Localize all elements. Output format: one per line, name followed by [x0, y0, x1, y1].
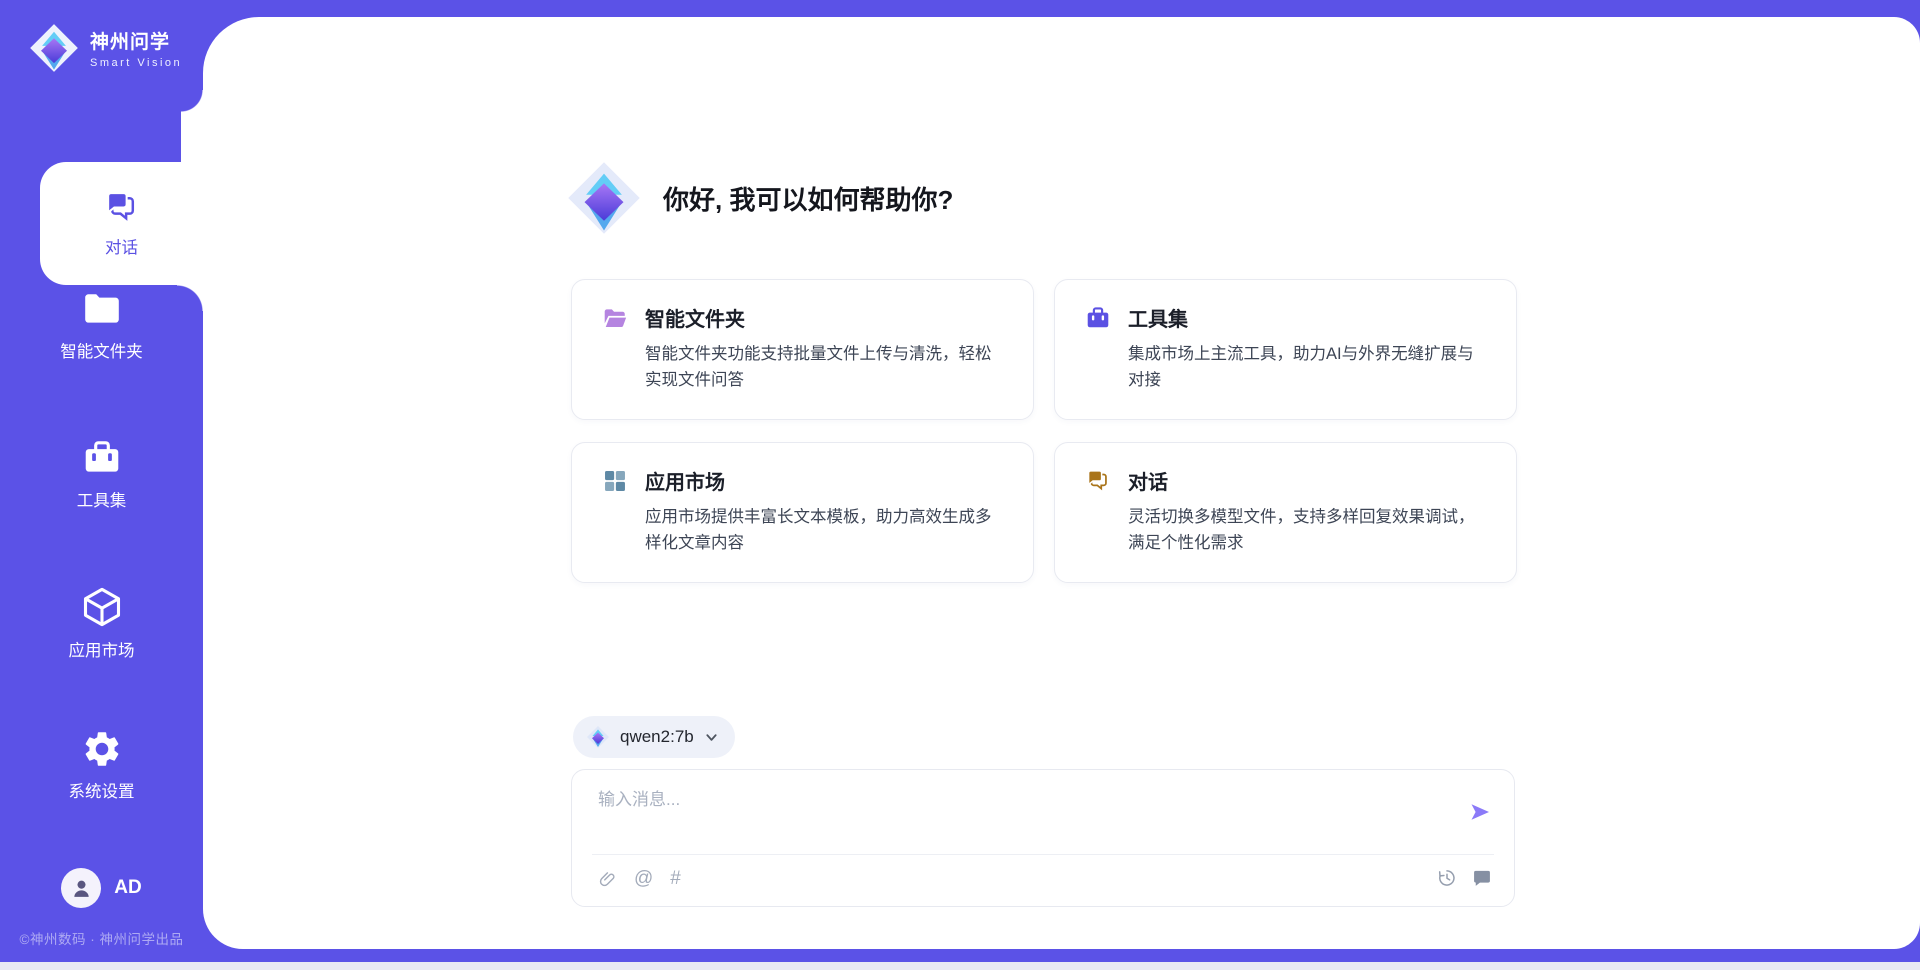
card-title: 对话: [1128, 466, 1480, 495]
sidebar-item-label: 对话: [105, 234, 138, 258]
comment-icon[interactable]: [1472, 868, 1492, 888]
sidebar-item-settings[interactable]: 系统设置: [0, 728, 203, 802]
sidebar-item-smart-folder[interactable]: 智能文件夹: [0, 288, 203, 362]
sidebar-item-label: 工具集: [77, 487, 127, 511]
history-icon[interactable]: [1437, 868, 1457, 888]
briefcase-icon: [81, 437, 123, 479]
card-title: 智能文件夹: [645, 303, 997, 332]
brand-text: 神州问学 Smart Vision: [90, 27, 182, 69]
brand: 神州问学 Smart Vision: [28, 22, 182, 74]
send-icon[interactable]: [1468, 800, 1492, 824]
briefcase-icon: [1085, 305, 1111, 331]
cube-icon: [80, 585, 124, 629]
card-description: 集成市场上主流工具，助力AI与外界无缝扩展与对接: [1128, 341, 1480, 394]
card-toolset[interactable]: 工具集 集成市场上主流工具，助力AI与外界无缝扩展与对接: [1054, 279, 1517, 420]
folder-open-icon: [602, 305, 628, 331]
avatar: [61, 868, 101, 908]
brand-subtitle: Smart Vision: [90, 57, 182, 69]
model-selector[interactable]: qwen2:7b: [573, 716, 735, 758]
sidebar-item-label: 智能文件夹: [60, 338, 143, 362]
mention-icon[interactable]: @: [634, 868, 653, 890]
feature-cards: 智能文件夹 智能文件夹功能支持批量文件上传与清洗，轻松实现文件问答 工具集 集成…: [571, 279, 1517, 583]
active-tab-curve-top: [181, 90, 203, 162]
composer-divider: [592, 854, 1494, 855]
greeting: 你好, 我可以如何帮助你?: [565, 159, 953, 237]
sidebar-footer: ©神州数码 · 神州问学出品: [0, 928, 203, 948]
person-icon: [70, 877, 93, 900]
attachment-icon[interactable]: [598, 869, 617, 890]
card-description: 应用市场提供丰富长文本模板，助力高效生成多样化文章内容: [645, 504, 997, 557]
message-composer: @ #: [571, 769, 1515, 907]
card-description: 灵活切换多模型文件，支持多样回复效果调试，满足个性化需求: [1128, 504, 1480, 557]
card-chat[interactable]: 对话 灵活切换多模型文件，支持多样回复效果调试，满足个性化需求: [1054, 442, 1517, 583]
brand-logo-icon: [28, 22, 80, 74]
sidebar: 神州问学 Smart Vision 对话 智能文件夹 工具集: [0, 0, 203, 970]
chat-icon: [103, 189, 140, 226]
user-name: AD: [114, 877, 141, 899]
sidebar-item-toolset[interactable]: 工具集: [0, 437, 203, 511]
sidebar-item-label: 应用市场: [69, 637, 135, 661]
chat-icon: [1085, 468, 1111, 494]
card-title: 工具集: [1128, 303, 1480, 332]
main-content: 你好, 我可以如何帮助你? 智能文件夹 智能文件夹功能支持批量文件上传与清洗，轻…: [203, 17, 1920, 949]
message-input[interactable]: [598, 790, 1398, 810]
model-name: qwen2:7b: [620, 727, 694, 747]
bottom-edge: [0, 962, 1920, 970]
sidebar-item-chat[interactable]: 对话: [40, 162, 203, 285]
card-smart-folder[interactable]: 智能文件夹 智能文件夹功能支持批量文件上传与清洗，轻松实现文件问答: [571, 279, 1034, 420]
composer-tools-left: @ #: [598, 868, 681, 890]
composer-tools-right: [1437, 868, 1492, 888]
card-title: 应用市场: [645, 466, 997, 495]
folder-icon: [81, 288, 123, 330]
chevron-down-icon: [704, 730, 719, 745]
user-profile[interactable]: AD: [0, 868, 203, 908]
hashtag-icon[interactable]: #: [670, 868, 681, 890]
brand-name: 神州问学: [90, 27, 182, 54]
sidebar-item-label: 系统设置: [69, 778, 135, 802]
gear-icon: [81, 728, 123, 770]
greeting-title: 你好, 我可以如何帮助你?: [663, 180, 953, 217]
assistant-logo-icon: [565, 159, 643, 237]
model-logo-icon: [586, 725, 610, 749]
card-app-market[interactable]: 应用市场 应用市场提供丰富长文本模板，助力高效生成多样化文章内容: [571, 442, 1034, 583]
app-grid-icon: [602, 468, 628, 494]
card-description: 智能文件夹功能支持批量文件上传与清洗，轻松实现文件问答: [645, 341, 997, 394]
sidebar-item-app-market[interactable]: 应用市场: [0, 585, 203, 661]
